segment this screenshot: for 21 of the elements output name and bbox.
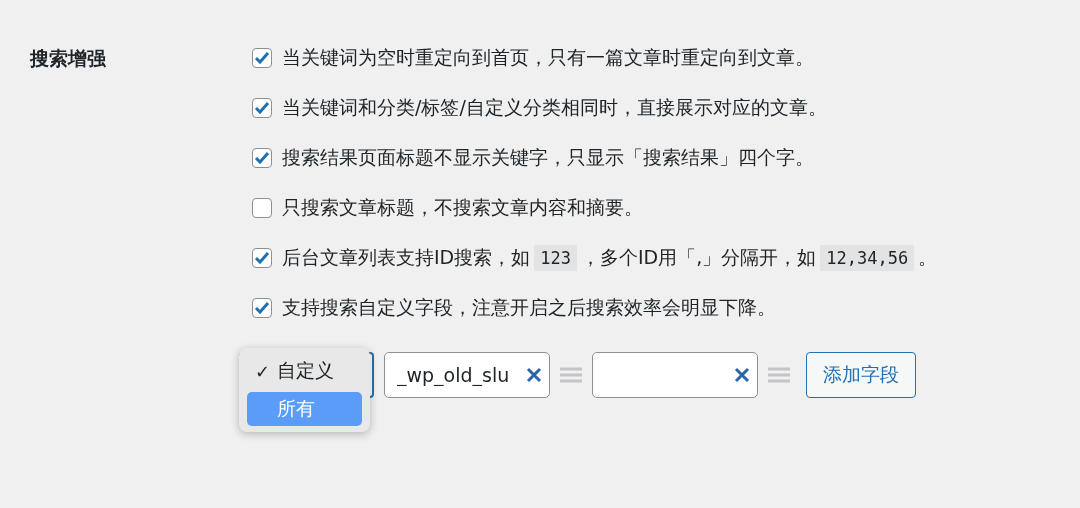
section-label: 搜索增强 [30,46,107,71]
option-label: 只搜索文章标题，不搜索文章内容和摘要。 [282,195,643,220]
checkbox[interactable] [252,48,272,68]
checkbox[interactable] [252,198,272,218]
option-label: 当关键词和分类/标签/自定义分类相同时，直接展示对应的文章。 [282,95,827,120]
checkbox[interactable] [252,298,272,318]
option-label: 搜索结果页面标题不显示关键字，只显示「搜索结果」四个字。 [282,145,814,170]
checkbox[interactable] [252,98,272,118]
drag-handle-icon[interactable] [560,367,582,383]
checkbox[interactable] [252,248,272,268]
add-field-button[interactable]: 添加字段 [806,352,916,398]
option-label: 当关键词为空时重定向到首页，只有一篇文章时重定向到文章。 [282,45,814,70]
clear-icon[interactable] [733,366,751,384]
checkbox[interactable] [252,148,272,168]
input-field[interactable]: _wp_old_slu [384,352,550,398]
clear-icon[interactable] [525,366,543,384]
option-label: 后台文章列表支持ID搜索，如 123 ，多个ID用「,」分隔开，如 12,34,56 。 [282,245,938,271]
drag-handle-icon[interactable] [768,367,790,383]
menu-option[interactable]: ✓ 自定义 [247,354,362,388]
option-label: 支持搜索自定义字段，注意开启之后搜索效率会明显下降。 [282,295,776,320]
input-field[interactable] [592,352,758,398]
